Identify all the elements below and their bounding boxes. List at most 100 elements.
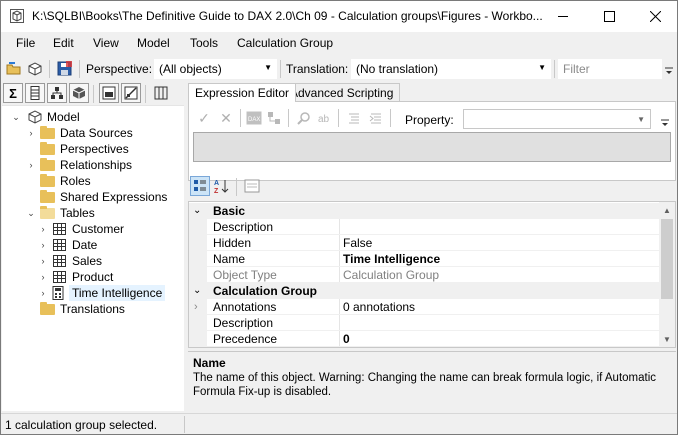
chevron-right-icon[interactable]: › [38,269,48,285]
property-label: Property: [405,113,454,127]
chevron-down-icon[interactable]: ⌄ [193,203,201,219]
show-partitions-button[interactable] [69,83,89,103]
cancel-button[interactable]: ✕ [217,109,235,127]
show-columns-button[interactable] [25,83,45,103]
property-value[interactable]: 0 annotations [343,299,415,315]
property-name: Description [213,316,274,330]
maximize-icon [603,11,615,22]
property-value[interactable]: 0 [343,331,350,347]
minimize-button[interactable] [540,1,586,32]
toolbar-separator [49,60,50,78]
property-value[interactable]: Time Intelligence [343,251,440,267]
open-folder-icon [40,206,55,219]
accept-button[interactable]: ✓ [195,109,213,127]
tree-item-label: Date [72,238,98,252]
deploy-button[interactable] [25,59,45,79]
expression-toolbar: ✓ ✕ DAX ab Property: ▼ [193,107,669,129]
show-measures-button[interactable]: Σ [3,83,23,103]
row-gutter [189,331,207,347]
show-hidden-button[interactable] [99,83,119,103]
column-divider [339,219,340,235]
tree-item-model[interactable]: ⌄ Model [2,109,182,125]
scroll-up-icon[interactable]: ▲ [659,202,675,218]
chevron-right-icon[interactable]: › [38,237,48,253]
tree-item-tables[interactable]: ⌄ Tables [2,205,182,221]
expression-text-area[interactable] [193,132,671,162]
chevron-down-icon[interactable]: ⌄ [26,205,36,221]
menu-edit[interactable]: Edit [53,36,74,50]
tab-advanced-scripting[interactable]: Advanced Scripting [283,83,401,101]
perspective-dropdown[interactable]: (All objects) ▼ [154,59,277,79]
chevron-down-icon: ▼ [538,63,546,72]
property-grid-scrollbar[interactable]: ▲ ▼ [659,202,675,347]
open-button[interactable] [4,59,24,79]
property-row-hidden[interactable]: Hidden False [189,235,661,251]
save-button[interactable] [55,59,75,79]
dependencies-button[interactable] [265,109,283,127]
uncomment-button[interactable] [367,109,385,127]
expression-toolbar-overflow-button[interactable] [659,113,671,133]
chevron-down-icon: ▼ [637,115,645,124]
chevron-right-icon[interactable]: › [38,253,48,269]
scroll-down-icon[interactable]: ▼ [659,331,675,347]
chevron-down-icon[interactable]: ⌄ [193,283,201,299]
toggle-columns-view-button[interactable] [151,83,171,103]
tree-item-translations[interactable]: Translations [2,301,182,317]
maximize-button[interactable] [586,1,632,32]
category-basic[interactable]: ⌄ Basic [189,203,661,219]
chevron-right-icon[interactable]: › [38,285,48,301]
tree-item-shared-expressions[interactable]: Shared Expressions [2,189,182,205]
chevron-down-icon[interactable]: ⌄ [11,109,21,125]
comment-button[interactable] [345,109,363,127]
format-dax-button[interactable]: DAX [245,109,263,127]
menu-calculation-group[interactable]: Calculation Group [237,36,333,50]
category-name: Calculation Group [213,284,318,298]
folder-icon [40,302,55,315]
category-calculation-group[interactable]: ⌄ Calculation Group [189,283,661,299]
tree-item-data-sources[interactable]: › Data Sources [2,125,182,141]
row-gutter [189,315,207,331]
tree-item-roles[interactable]: Roles [2,173,182,189]
toolbar-separator [93,85,94,103]
tree-item-sales[interactable]: › Sales [2,253,182,269]
scroll-thumb[interactable] [661,219,673,299]
categorized-button[interactable] [190,176,210,196]
property-pages-button[interactable] [242,176,262,196]
menu-view[interactable]: View [93,36,119,50]
menu-bar: File Edit View Model Tools Calculation G… [1,32,677,55]
show-display-folders-button[interactable] [121,83,141,103]
translation-dropdown[interactable]: (No translation) ▼ [351,59,551,79]
menu-tools[interactable]: Tools [190,36,218,50]
toolbar-overflow-button[interactable] [663,61,675,81]
tree-item-label: Tables [60,206,95,220]
chevron-right-icon[interactable]: › [26,157,36,173]
show-hierarchies-button[interactable] [47,83,67,103]
tree-item-perspectives[interactable]: Perspectives [2,141,182,157]
property-row-annotations[interactable]: › Annotations 0 annotations [189,299,661,315]
replace-button[interactable]: ab [315,109,333,127]
menu-model[interactable]: Model [137,36,170,50]
chevron-right-icon[interactable]: › [26,125,36,141]
alphabetical-button[interactable]: AZ [212,176,232,196]
tree-item-date[interactable]: › Date [2,237,182,253]
property-row-object-type[interactable]: Object Type Calculation Group [189,267,661,283]
property-row-name[interactable]: Name Time Intelligence [189,251,661,267]
tree-item-customer[interactable]: › Customer [2,221,182,237]
property-value[interactable]: False [343,235,372,251]
tree-item-product[interactable]: › Product [2,269,182,285]
find-button[interactable] [295,109,313,127]
tree-item-relationships[interactable]: › Relationships [2,157,182,173]
property-dropdown[interactable]: ▼ [463,109,651,129]
menu-file[interactable]: File [16,36,35,50]
chevron-right-icon[interactable]: › [194,299,198,315]
property-row-description[interactable]: Description [189,219,661,235]
property-row-precedence[interactable]: Precedence 0 [189,331,661,347]
description-title: Name [193,356,226,370]
property-row-description-2[interactable]: Description [189,315,661,331]
chevron-right-icon[interactable]: › [38,221,48,237]
tree-item-label: Translations [60,302,125,316]
tab-expression-editor[interactable]: Expression Editor [188,83,297,102]
close-button[interactable] [632,1,678,32]
tree-item-time-intelligence[interactable]: › Time Intelligence [2,285,182,301]
filter-input[interactable]: Filter [558,59,662,79]
